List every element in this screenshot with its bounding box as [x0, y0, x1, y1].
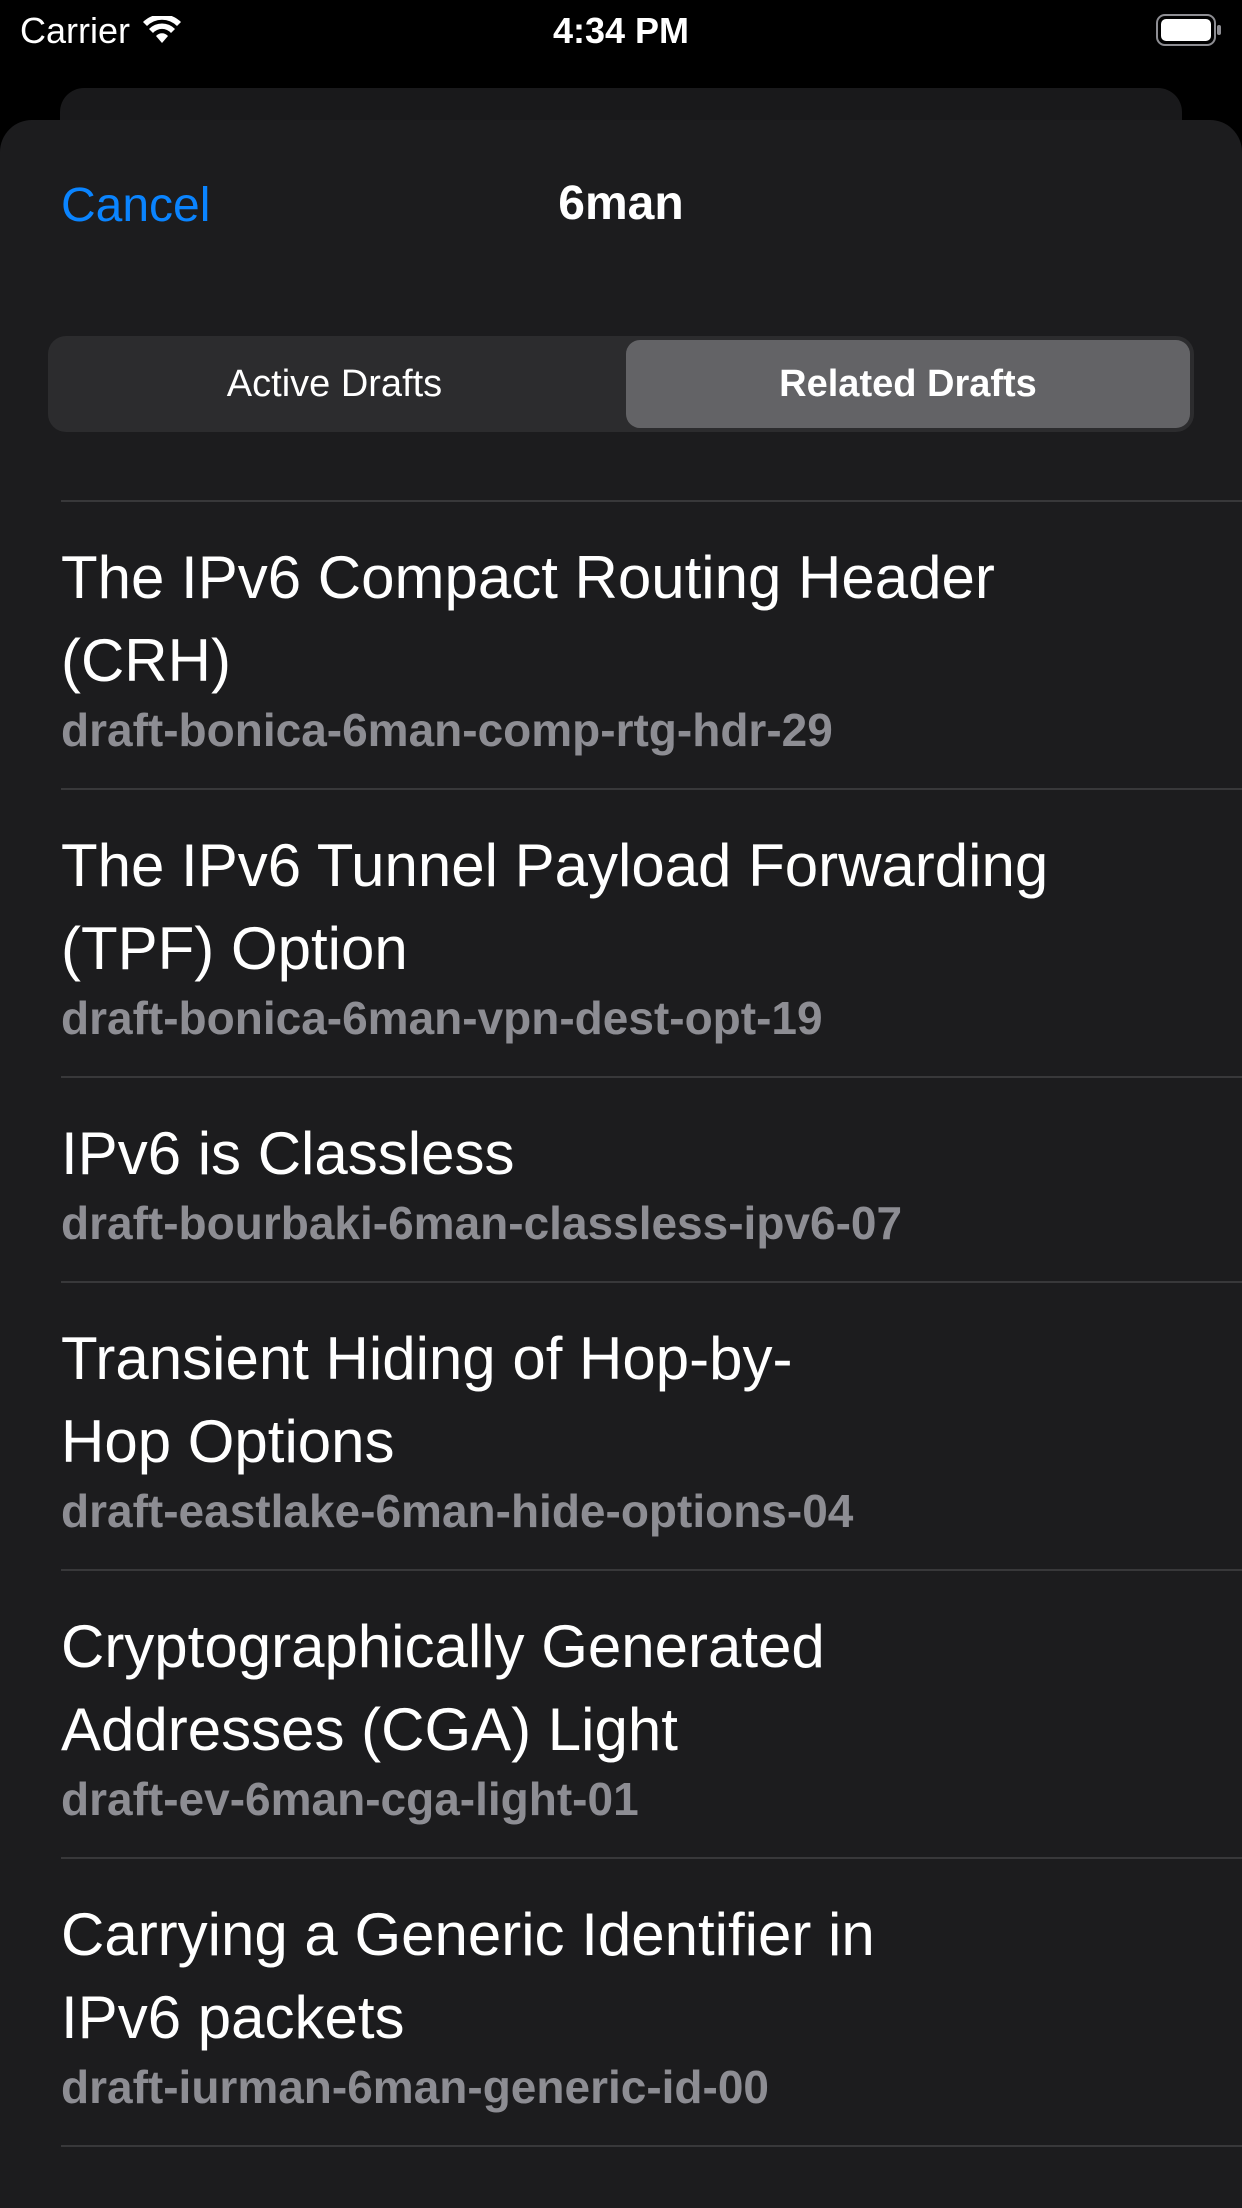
- list-item[interactable]: IPv6 is Classless draft-bourbaki-6man-cl…: [0, 1078, 1242, 1281]
- draft-name: draft-bonica-6man-vpn-dest-opt-19: [61, 992, 823, 1044]
- segment-related-drafts[interactable]: Related Drafts: [626, 340, 1190, 428]
- page-title: 6man: [558, 177, 684, 230]
- draft-title-line: Cryptographically Generated: [61, 1613, 825, 1680]
- list-item[interactable]: Cryptographically Generated Addresses (C…: [0, 1571, 1242, 1857]
- draft-name: draft-iurman-6man-generic-id-00: [61, 2061, 770, 2113]
- segment-active-drafts[interactable]: Active Drafts: [52, 340, 617, 428]
- draft-title: Transient Hiding of Hop-by- Hop Options: [61, 1283, 1162, 1483]
- battery-icon: [1156, 14, 1222, 46]
- navigation-bar: Cancel 6man: [0, 120, 1242, 290]
- draft-title-line: Hop Options: [61, 1408, 395, 1475]
- draft-title-line: IPv6 packets: [61, 1984, 405, 2051]
- draft-title-line: Carrying a Generic Identifier in: [61, 1901, 875, 1968]
- draft-name: draft-ev-6man-cga-light-01: [61, 1773, 639, 1825]
- draft-name: draft-bourbaki-6man-classless-ipv6-07: [61, 1197, 903, 1249]
- draft-name: draft-eastlake-6man-hide-options-04: [61, 1485, 854, 1537]
- draft-title-line: (TPF) Option: [61, 915, 408, 982]
- draft-title-line: (CRH): [61, 627, 231, 694]
- drafts-list: The IPv6 Compact Routing Header (CRH) dr…: [0, 500, 1242, 2147]
- segmented-control: Active Drafts Related Drafts: [48, 336, 1194, 432]
- draft-title: Cryptographically Generated Addresses (C…: [61, 1571, 1162, 1771]
- divider: [61, 2145, 1242, 2147]
- draft-title-line: The IPv6 Compact Routing Header: [61, 544, 995, 611]
- list-item[interactable]: The IPv6 Compact Routing Header (CRH) dr…: [0, 502, 1242, 788]
- list-item[interactable]: Transient Hiding of Hop-by- Hop Options …: [0, 1283, 1242, 1569]
- list-item[interactable]: The IPv6 Tunnel Payload Forwarding (TPF)…: [0, 790, 1242, 1076]
- status-bar: Carrier 4:34 PM: [0, 0, 1242, 62]
- list-item[interactable]: Carrying a Generic Identifier in IPv6 pa…: [0, 1859, 1242, 2145]
- draft-title: IPv6 is Classless: [61, 1078, 1162, 1195]
- modal-sheet: Cancel 6man Active Drafts Related Drafts…: [0, 120, 1242, 2208]
- draft-title: The IPv6 Compact Routing Header (CRH): [61, 502, 1162, 702]
- status-time: 4:34 PM: [552, 10, 690, 51]
- draft-name: draft-bonica-6man-comp-rtg-hdr-29: [61, 704, 833, 756]
- draft-title-line: IPv6 is Classless: [61, 1120, 515, 1187]
- draft-title: The IPv6 Tunnel Payload Forwarding (TPF)…: [61, 790, 1162, 990]
- draft-title-line: Addresses (CGA) Light: [61, 1696, 678, 1763]
- draft-title: Carrying a Generic Identifier in IPv6 pa…: [61, 1859, 1162, 2059]
- draft-title-line: The IPv6 Tunnel Payload Forwarding: [61, 832, 1049, 899]
- draft-title-line: Transient Hiding of Hop-by-: [61, 1325, 793, 1392]
